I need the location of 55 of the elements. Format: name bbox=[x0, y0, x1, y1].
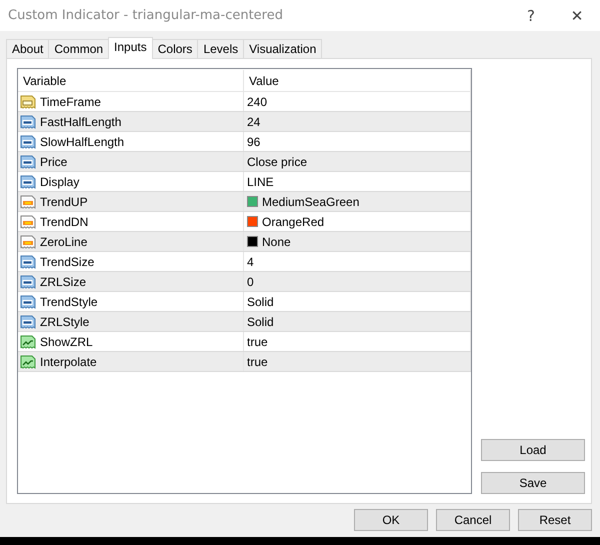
reset-button[interactable]: Reset bbox=[518, 509, 592, 531]
number-type-icon bbox=[20, 314, 36, 330]
number-type-icon bbox=[20, 114, 36, 130]
column-header[interactable]: Value bbox=[244, 70, 471, 91]
variable-name: Display bbox=[40, 174, 80, 188]
variable-name: TrendStyle bbox=[40, 294, 98, 308]
variable-value[interactable]: Close price bbox=[247, 154, 308, 168]
variable-value[interactable]: true bbox=[247, 354, 268, 368]
number-type-icon bbox=[20, 174, 36, 190]
variable-value[interactable]: OrangeRed bbox=[262, 214, 324, 228]
variable-value[interactable]: LINE bbox=[247, 174, 274, 188]
variable-name: ZRLStyle bbox=[40, 314, 90, 328]
color-type-icon bbox=[20, 214, 36, 230]
variable-name: Interpolate bbox=[40, 354, 97, 368]
number-type-icon bbox=[20, 294, 36, 310]
number-type-icon bbox=[20, 274, 36, 290]
variable-name: TrendUP bbox=[40, 194, 88, 208]
variable-name: ZeroLine bbox=[40, 234, 88, 248]
boolean-type-icon bbox=[20, 334, 36, 350]
variable-name: Price bbox=[40, 154, 68, 168]
cancel-button[interactable]: Cancel bbox=[436, 509, 510, 531]
variable-value[interactable]: 0 bbox=[247, 274, 254, 288]
variable-value[interactable]: Solid bbox=[247, 294, 274, 308]
text-type-icon bbox=[20, 94, 36, 110]
tab[interactable]: Visualization bbox=[243, 39, 322, 58]
variable-value[interactable]: Solid bbox=[247, 314, 274, 328]
variable-name: TrendSize bbox=[40, 254, 94, 268]
variable-value[interactable]: None bbox=[262, 234, 291, 248]
variable-name: ZRLSize bbox=[40, 274, 86, 288]
help-button[interactable]: ? bbox=[508, 0, 554, 31]
load-button[interactable]: Load bbox=[481, 439, 585, 461]
tab[interactable]: About bbox=[6, 39, 50, 58]
close-button[interactable]: ✕ bbox=[554, 0, 600, 31]
color-type-icon bbox=[20, 234, 36, 250]
ok-button[interactable]: OK bbox=[354, 509, 428, 531]
window-title: Custom Indicator - triangular-ma-centered bbox=[7, 8, 284, 23]
number-type-icon bbox=[20, 254, 36, 270]
boolean-type-icon bbox=[20, 354, 36, 370]
variable-value[interactable]: 240 bbox=[247, 94, 268, 108]
variable-name: ShowZRL bbox=[40, 334, 93, 348]
variable-name: SlowHalfLength bbox=[40, 134, 124, 148]
variable-name: TimeFrame bbox=[40, 94, 101, 108]
save-button[interactable]: Save bbox=[481, 472, 585, 494]
column-header[interactable]: Variable bbox=[18, 70, 244, 91]
variable-name: TrendDN bbox=[40, 214, 88, 228]
number-type-icon bbox=[20, 134, 36, 150]
variable-value[interactable]: true bbox=[247, 334, 268, 348]
variable-value[interactable]: 96 bbox=[247, 134, 260, 148]
variable-value[interactable]: MediumSeaGreen bbox=[262, 194, 360, 208]
tab[interactable]: Inputs bbox=[108, 37, 153, 59]
color-type-icon bbox=[20, 194, 36, 210]
number-type-icon bbox=[20, 154, 36, 170]
variable-value[interactable]: 24 bbox=[247, 114, 260, 128]
variable-value[interactable]: 4 bbox=[247, 254, 254, 268]
variable-name: FastHalfLength bbox=[40, 114, 122, 128]
